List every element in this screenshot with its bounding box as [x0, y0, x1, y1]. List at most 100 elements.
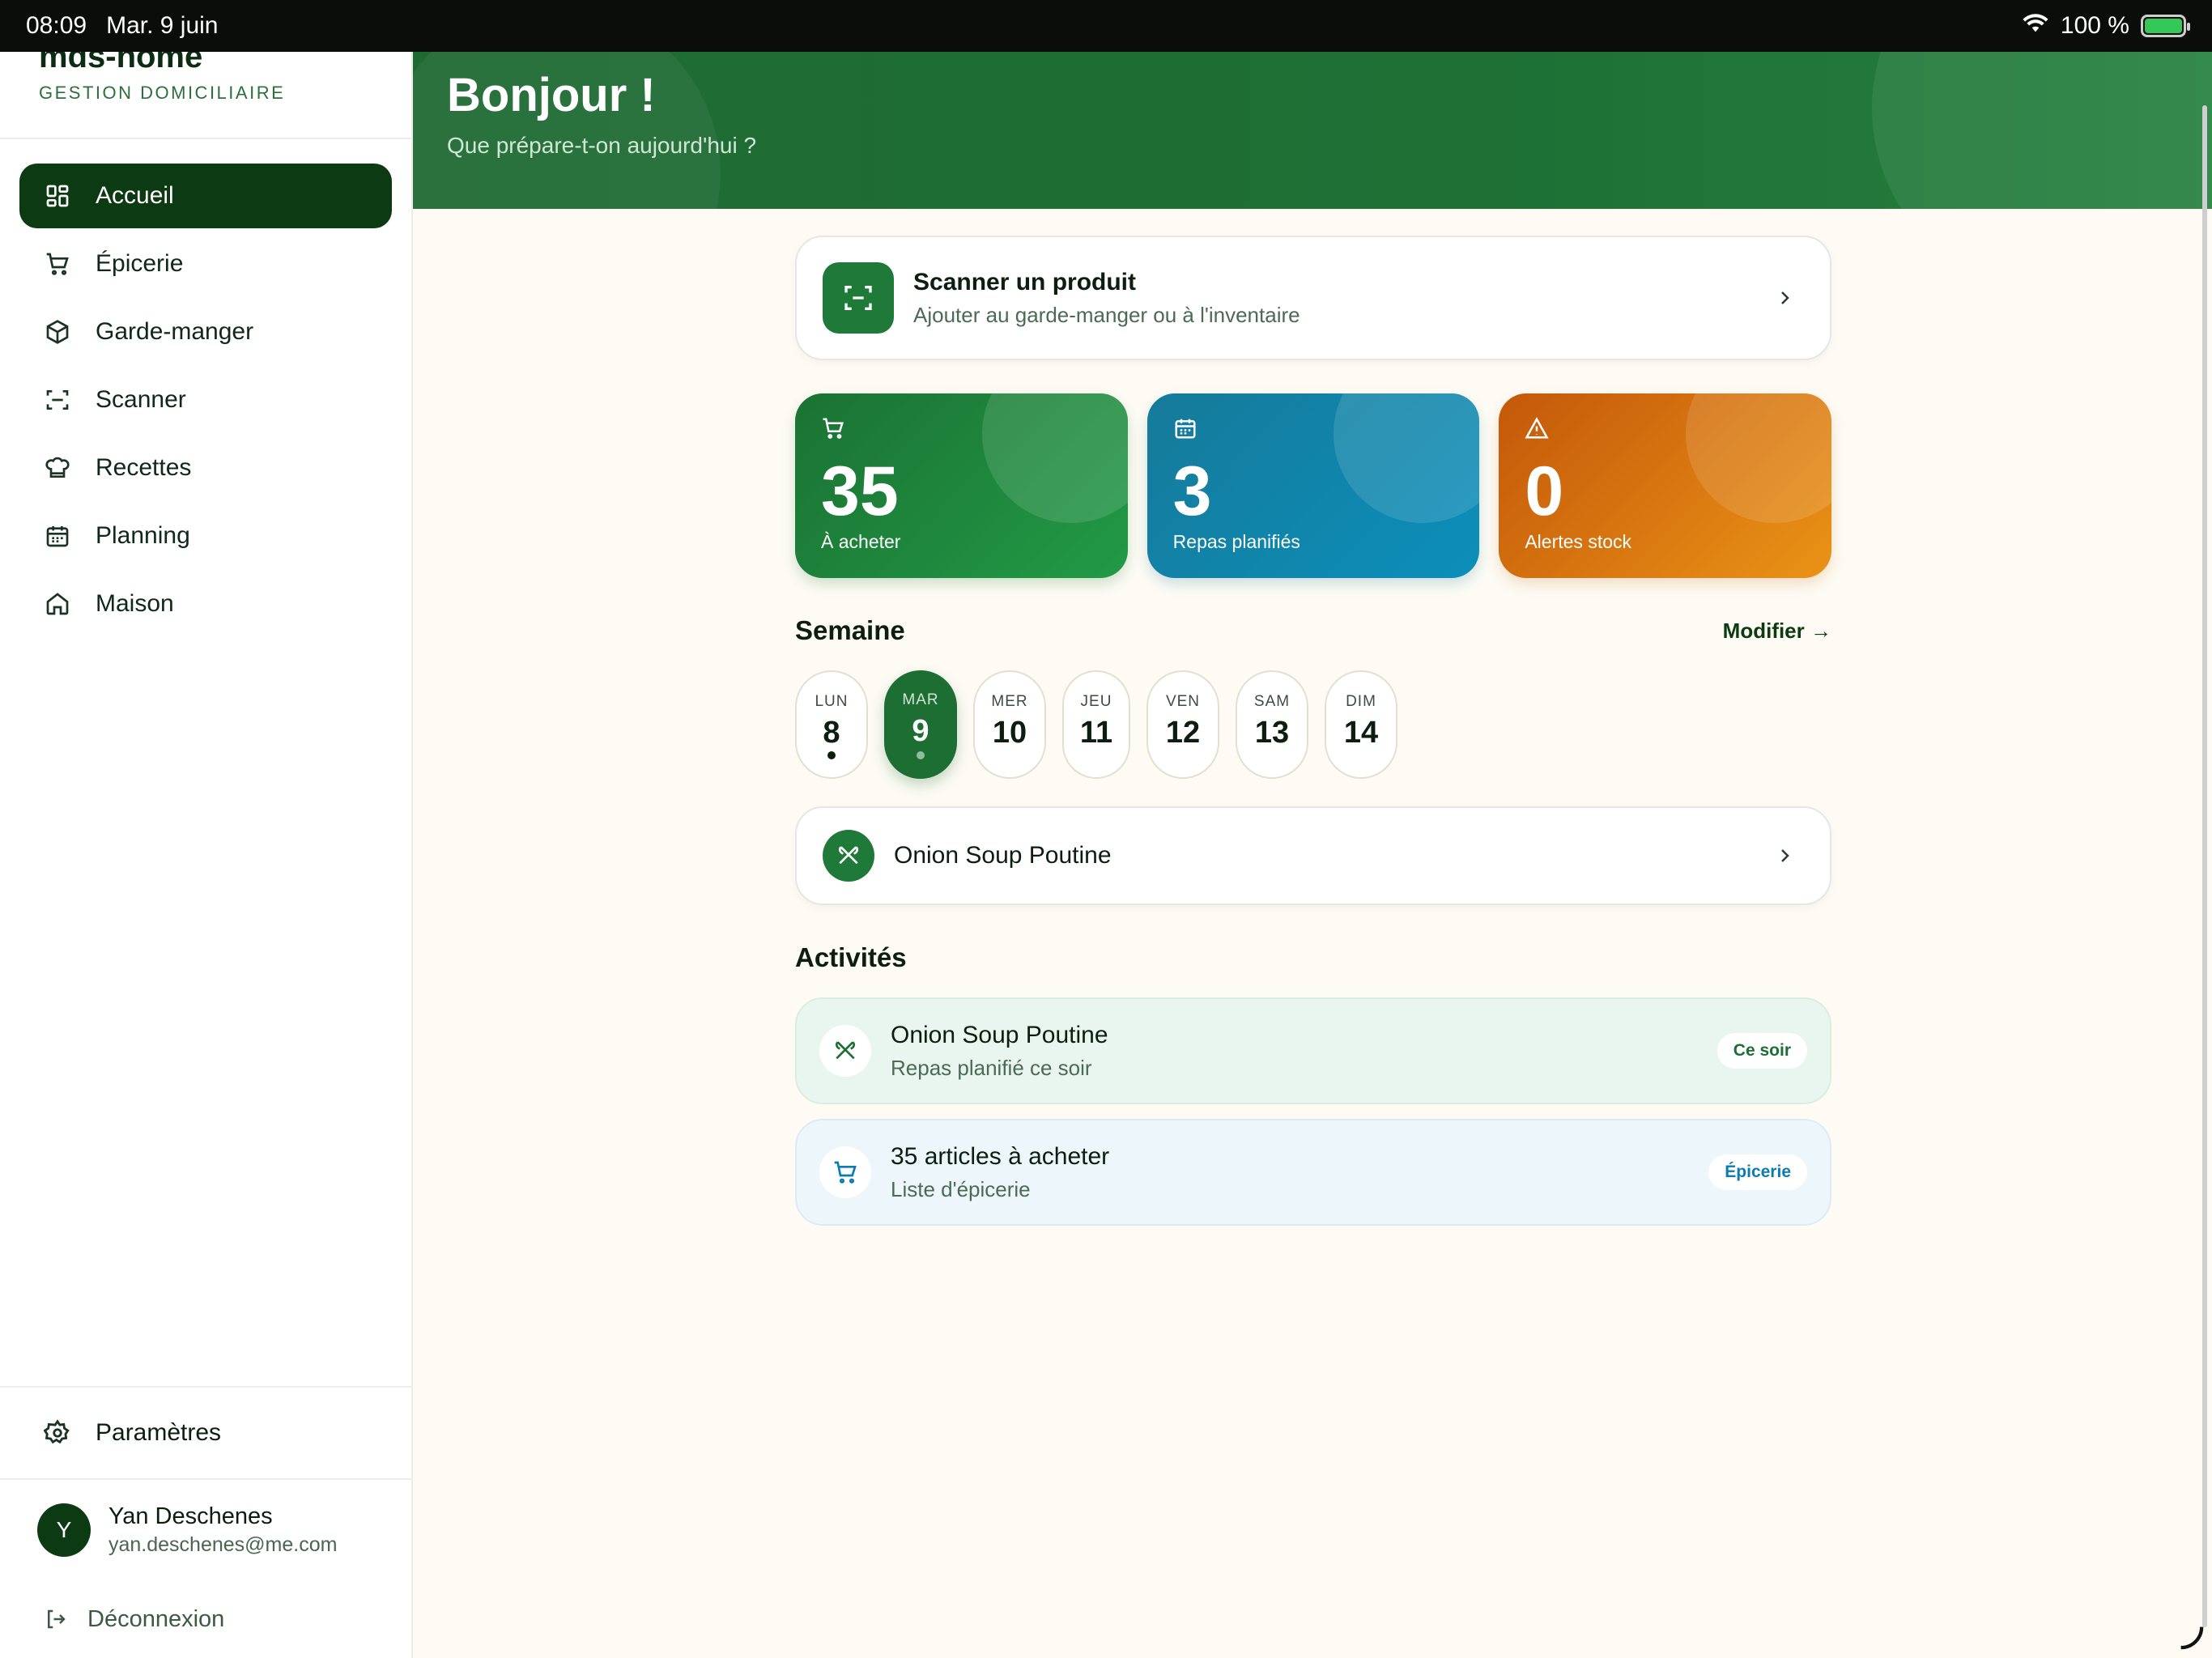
day-name: MAR [902, 691, 939, 708]
stat-card-stock-alerts[interactable]: 0 Alertes stock [1499, 393, 1832, 578]
activities-section-title: Activités [795, 942, 907, 972]
activity-item[interactable]: 35 articles à acheter Liste d'épicerie É… [795, 1119, 1831, 1226]
day-number: 12 [1165, 716, 1201, 750]
scan-icon [44, 386, 71, 414]
brand: mds-home GESTION DOMICILIAIRE [0, 39, 411, 139]
activity-subtitle: Liste d'épicerie [891, 1176, 1031, 1201]
activity-title: Onion Soup Poutine [891, 1021, 1108, 1048]
scan-product-card[interactable]: Scanner un produit Ajouter au garde-mang… [795, 236, 1831, 360]
sidebar-item-label: Recettes [96, 454, 192, 481]
resize-handle-icon[interactable] [2176, 1622, 2204, 1650]
day-chip[interactable]: JEU 11 [1062, 670, 1130, 779]
day-name: LUN [815, 693, 849, 710]
week-day-selector: LUN 8 MAR 9 MER 10 JEU 11 VEN 12 SAM 13 … [795, 670, 1397, 779]
chevron-right-icon [1781, 291, 1789, 304]
day-name: JEU [1080, 693, 1112, 710]
day-number: 9 [912, 714, 929, 748]
stat-label: À acheter [821, 531, 901, 552]
status-bar: 08:09 Mar. 9 juin 100 % [0, 0, 2212, 52]
sidebar-item-accueil[interactable]: Accueil [19, 164, 392, 228]
utensils-icon [823, 830, 874, 882]
sidebar-item-label: Épicerie [96, 250, 184, 277]
day-name: SAM [1253, 693, 1291, 710]
battery-icon [2141, 15, 2190, 37]
day-chip[interactable]: MER 10 [973, 670, 1046, 779]
modify-week-link[interactable]: Modifier → [1723, 619, 1831, 644]
page-subtitle: Que prépare-t-on aujourd'hui ? [447, 133, 757, 158]
sidebar-item-epicerie[interactable]: Épicerie [19, 232, 392, 296]
day-name: MER [991, 693, 1028, 710]
activity-badge: Épicerie [1708, 1154, 1807, 1190]
stat-value: 35 [821, 453, 899, 530]
stat-label: Alertes stock [1525, 531, 1631, 552]
day-name: DIM [1346, 693, 1376, 710]
activity-subtitle: Repas planifié ce soir [891, 1055, 1092, 1080]
sidebar-item-planning[interactable]: Planning [19, 504, 392, 568]
planned-meal-card[interactable]: Onion Soup Poutine [795, 806, 1831, 905]
sidebar-item-maison[interactable]: Maison [19, 572, 392, 636]
user-name: Yan Deschenes [108, 1503, 273, 1529]
meal-indicator-dot [917, 751, 925, 759]
stats-row: 35 À acheter 3 Repas planifiés 0 Alertes… [795, 393, 1832, 578]
stat-card-planned-meals[interactable]: 3 Repas planifiés [1146, 393, 1480, 578]
activity-title: 35 articles à acheter [891, 1142, 1110, 1170]
box-icon [44, 318, 71, 346]
stat-label: Repas planifiés [1172, 531, 1300, 552]
logout-label: Déconnexion [87, 1605, 225, 1632]
scrollbar[interactable] [2202, 105, 2207, 1627]
day-chip[interactable]: DIM 14 [1325, 670, 1397, 779]
logout-icon [48, 1609, 66, 1629]
day-number: 13 [1254, 716, 1290, 750]
day-number: 14 [1343, 716, 1379, 750]
logout-button[interactable]: Déconnexion [0, 1580, 411, 1658]
meal-title: Onion Soup Poutine [894, 842, 1112, 869]
user-email: yan.deschenes@me.com [108, 1533, 338, 1556]
sidebar-footer: Paramètres Y Yan Deschenes yan.deschenes… [0, 1386, 411, 1658]
stat-card-to-buy[interactable]: 35 À acheter [795, 393, 1128, 578]
sidebar-nav: Accueil Épicerie Garde-manger Scanner Re… [0, 139, 411, 636]
day-name: VEN [1165, 693, 1201, 710]
day-number: 8 [823, 716, 840, 750]
day-chip-selected[interactable]: MAR 9 [884, 670, 957, 779]
week-section-title: Semaine [795, 615, 905, 645]
sidebar-item-garde-manger[interactable]: Garde-manger [19, 300, 392, 364]
day-number: 11 [1079, 716, 1113, 750]
scan-card-subtitle: Ajouter au garde-manger ou à l'inventair… [913, 302, 1300, 327]
sidebar-item-scanner[interactable]: Scanner [19, 368, 392, 432]
cart-icon [44, 250, 71, 278]
dashboard-icon [44, 182, 71, 210]
brand-subtitle: GESTION DOMICILIAIRE [39, 83, 286, 103]
chef-hat-icon [44, 454, 71, 482]
calendar-icon [44, 522, 71, 550]
cart-icon [819, 1146, 871, 1198]
sidebar-item-label: Accueil [96, 182, 174, 209]
activity-badge: Ce soir [1716, 1033, 1807, 1069]
status-time: 08:09 [26, 12, 87, 39]
sidebar: mds-home GESTION DOMICILIAIRE Accueil Ép… [0, 39, 413, 1658]
sidebar-item-label: Planning [96, 522, 190, 549]
day-number: 10 [992, 716, 1027, 750]
day-chip[interactable]: SAM 13 [1236, 670, 1308, 779]
stat-value: 0 [1525, 453, 1564, 530]
settings-button[interactable]: Paramètres [0, 1386, 411, 1480]
sidebar-item-label: Maison [96, 590, 174, 617]
scan-card-title: Scanner un produit [913, 268, 1137, 295]
sidebar-item-label: Garde-manger [96, 318, 254, 345]
stat-value: 3 [1172, 453, 1212, 530]
utensils-icon [819, 1025, 871, 1077]
gear-icon [44, 1419, 70, 1444]
meal-indicator-dot [827, 751, 836, 759]
day-chip[interactable]: LUN 8 [795, 670, 868, 779]
page-header: Bonjour ! Que prépare-t-on aujourd'hui ? [413, 52, 2212, 209]
day-chip[interactable]: VEN 12 [1146, 670, 1219, 779]
page-title: Bonjour ! [447, 69, 656, 121]
settings-label: Paramètres [96, 1419, 222, 1446]
avatar: Y [37, 1503, 91, 1557]
wifi-icon [2022, 12, 2049, 40]
scan-icon [823, 262, 894, 334]
home-icon [44, 590, 71, 618]
user-profile[interactable]: Y Yan Deschenes yan.deschenes@me.com [0, 1480, 411, 1580]
activity-item[interactable]: Onion Soup Poutine Repas planifié ce soi… [795, 997, 1831, 1104]
sidebar-item-recettes[interactable]: Recettes [19, 436, 392, 500]
chevron-right-icon [1781, 849, 1789, 862]
